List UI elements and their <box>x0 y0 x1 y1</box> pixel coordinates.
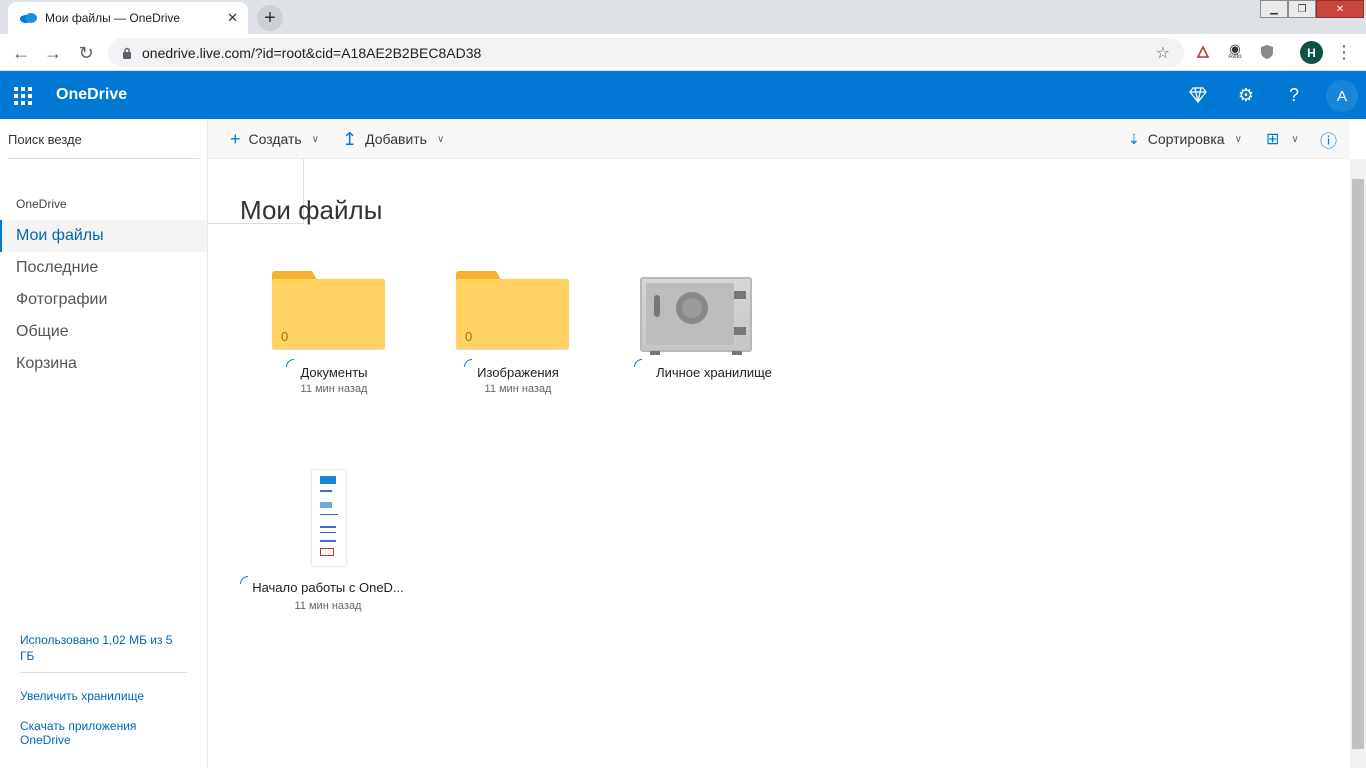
upload-arrow-icon: ↥ <box>342 128 358 149</box>
shield-extension-icon[interactable] <box>1257 42 1277 62</box>
close-tab-icon[interactable]: ✕ <box>227 10 238 26</box>
item-name[interactable]: Личное хранилище <box>624 365 804 380</box>
item-name[interactable]: Начало работы с OneD... <box>238 580 418 595</box>
info-button[interactable]: ⓘ <box>1320 129 1345 151</box>
upload-button[interactable]: ↥ Добавить ∨ <box>342 129 444 149</box>
onedrive-cloud-icon <box>20 13 37 23</box>
pdf-extension-icon[interactable] <box>1193 42 1213 62</box>
bookmark-star-icon[interactable]: ☆ <box>1156 43 1170 63</box>
account-avatar[interactable]: A <box>1326 80 1358 112</box>
item-name[interactable]: Документы <box>244 365 424 380</box>
nav-item-recycle-bin[interactable]: Корзина <box>0 348 207 380</box>
minimize-button[interactable]: ▁ <box>1260 0 1288 18</box>
maximize-button[interactable]: ❐ <box>1288 0 1316 18</box>
nav-item-recent[interactable]: Последние <box>0 252 207 284</box>
get-apps-link[interactable]: Скачать приложения OneDrive <box>20 719 185 747</box>
item-name[interactable]: Изображения <box>428 365 608 380</box>
new-tab-button[interactable]: + <box>257 5 283 31</box>
left-navigation: Поиск везде OneDrive Мои файлы Последние… <box>0 119 208 768</box>
sort-button[interactable]: ⇣ Сортировка ∨ <box>1128 129 1242 149</box>
scrollbar-thumb[interactable] <box>1352 179 1364 749</box>
sort-icon: ⇣ <box>1128 130 1140 147</box>
nav-item-my-files[interactable]: Мои файлы <box>0 220 207 252</box>
browser-menu-icon[interactable]: ⋮ <box>1335 42 1353 63</box>
folder-icon: 0 <box>456 271 569 349</box>
chevron-down-icon: ∨ <box>311 133 320 145</box>
folder-tile-documents[interactable]: 0 Документы 11 мин назад <box>244 271 424 421</box>
browser-profile-avatar[interactable]: H <box>1300 41 1323 64</box>
app-launcher-waffle-icon[interactable] <box>14 87 32 105</box>
chevron-down-icon: ∨ <box>1234 133 1242 145</box>
quota-divider <box>20 672 187 673</box>
chevron-down-icon: ∨ <box>436 133 445 145</box>
shield-icon <box>1261 45 1273 59</box>
vertical-scrollbar[interactable] <box>1350 159 1366 768</box>
eye-icon: ◉ <box>1229 41 1241 56</box>
files-view: Мои файлы 0 Документы 11 мин назад 0 Изо… <box>208 159 1350 768</box>
nav-item-photos[interactable]: Фотографии <box>0 284 207 316</box>
folder-tile-pictures[interactable]: 0 Изображения 11 мин назад <box>428 271 608 421</box>
create-button[interactable]: + Создать ∨ <box>230 129 319 149</box>
reload-button[interactable]: ↻ <box>73 40 99 66</box>
file-tile-getting-started[interactable]: Начало работы с OneD... 11 мин назад <box>238 574 418 724</box>
sort-label: Сортировка <box>1147 131 1225 147</box>
upload-label: Добавить <box>365 131 427 147</box>
pdf-icon <box>1196 45 1210 58</box>
folder-item-count: 0 <box>465 329 473 344</box>
browser-toolbar: ← → ↻ onedrive.live.com/?id=root&cid=A18… <box>0 34 1366 71</box>
browser-tab-bar: Мои файлы — OneDrive ✕ + ▁ ❐ ✕ <box>0 0 1366 34</box>
command-bar: + Создать ∨ ↥ Добавить ∨ ⇣ Сортировка ∨ … <box>208 119 1350 159</box>
url-text: onedrive.live.com/?id=root&cid=A18AE2B2B… <box>142 44 482 61</box>
vault-safe-icon <box>640 277 752 355</box>
suite-header: OneDrive ⚙ ? A <box>0 71 1366 119</box>
tab-title: Мои файлы — OneDrive <box>45 11 181 25</box>
upgrade-storage-link[interactable]: Увеличить хранилище <box>20 689 185 703</box>
page-title: Мои файлы <box>240 195 383 225</box>
grid-view-icon: ⊞ <box>1266 131 1280 148</box>
create-label: Создать <box>248 131 302 147</box>
folder-item-count: 0 <box>281 329 289 344</box>
item-modified: 11 мин назад <box>300 383 368 395</box>
brand-title[interactable]: OneDrive <box>56 86 127 104</box>
lock-icon <box>123 47 131 59</box>
avito-extension-icon[interactable]: ◉ Avito <box>1225 42 1245 62</box>
forward-button[interactable]: → <box>40 40 66 66</box>
search-input[interactable]: Поиск везде <box>8 132 199 159</box>
extension-label: Avito <box>1228 54 1242 60</box>
document-thumbnail[interactable] <box>312 470 346 566</box>
nav-section-heading: OneDrive <box>16 197 67 211</box>
item-modified: 11 мин назад <box>294 600 362 612</box>
storage-quota-link[interactable]: Использовано 1,02 МБ из 5 ГБ <box>20 632 185 664</box>
browser-tab[interactable]: Мои файлы — OneDrive ✕ <box>8 2 248 34</box>
settings-gear-icon[interactable]: ⚙ <box>1234 83 1258 107</box>
view-options-button[interactable]: ⊞ ∨ <box>1266 129 1299 149</box>
back-button[interactable]: ← <box>8 40 34 66</box>
premium-diamond-icon[interactable] <box>1186 83 1210 107</box>
close-window-button[interactable]: ✕ <box>1316 0 1364 18</box>
info-icon: ⓘ <box>1320 131 1337 151</box>
item-modified: 11 мин назад <box>484 383 552 395</box>
chevron-down-icon: ∨ <box>1291 133 1299 145</box>
help-icon[interactable]: ? <box>1282 83 1306 107</box>
folder-icon: 0 <box>272 271 385 349</box>
address-bar[interactable]: onedrive.live.com/?id=root&cid=A18AE2B2B… <box>108 38 1184 67</box>
window-controls: ▁ ❐ ✕ <box>1260 0 1364 18</box>
personal-vault-tile[interactable]: Личное хранилище <box>624 277 804 427</box>
nav-item-shared[interactable]: Общие <box>0 316 207 348</box>
plus-icon: + <box>230 128 241 149</box>
